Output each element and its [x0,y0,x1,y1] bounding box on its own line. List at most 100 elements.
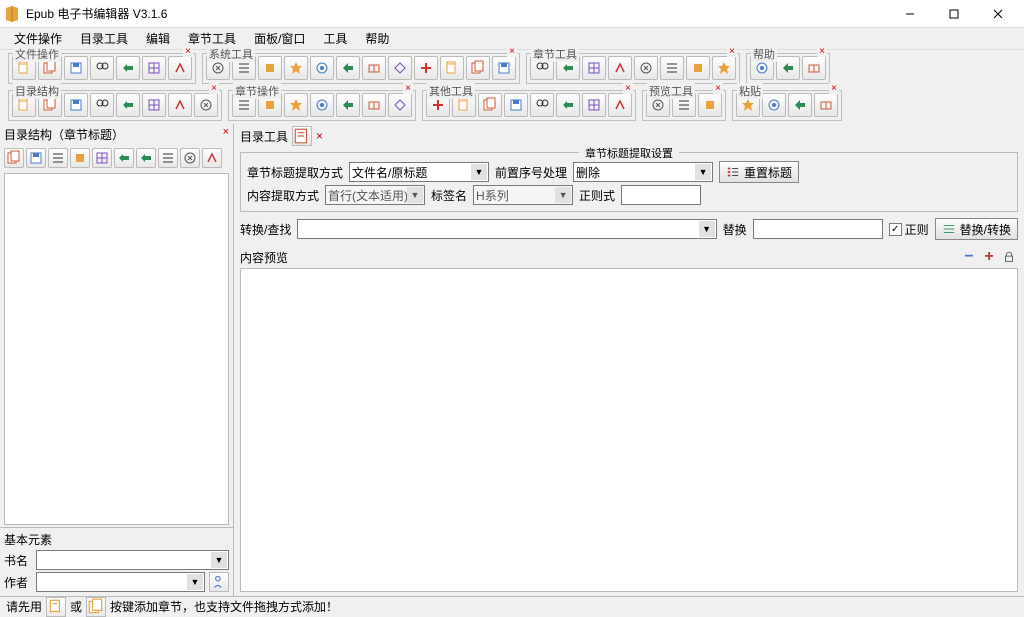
replace-convert-button[interactable]: 替换/转换 [935,218,1018,240]
toolbar-button[interactable] [698,93,722,117]
toolbar-button[interactable] [362,56,386,80]
toolbar-button[interactable] [686,56,710,80]
author-search-button[interactable] [209,572,229,592]
toolbar-button[interactable] [388,93,412,117]
toolbar-group-close-icon[interactable]: × [727,46,737,57]
tree-tool-button[interactable] [26,148,46,168]
status-add-chapter-icon-2[interactable] [86,597,106,617]
toolbar-button[interactable] [90,56,114,80]
menu-edit[interactable]: 编辑 [138,28,178,49]
close-button[interactable] [976,0,1020,28]
menu-panel[interactable]: 面板/窗口 [246,28,313,49]
toolbar-button[interactable] [608,56,632,80]
toolbar-button[interactable] [142,56,166,80]
tree-tool-button[interactable] [92,148,112,168]
toolbar-button[interactable] [116,93,140,117]
content-method-select[interactable]: 首行(文本适用) ▼ [325,185,425,205]
menu-help[interactable]: 帮助 [357,28,397,49]
regex-input[interactable] [621,185,701,205]
preview-plus-button[interactable]: + [980,248,998,266]
tree-tool-button[interactable] [180,148,200,168]
toolbar-button[interactable] [504,93,528,117]
toolbar-group-close-icon[interactable]: × [209,83,219,94]
extract-method-select[interactable]: 文件名/原标题 ▼ [349,162,489,182]
toolbar-button[interactable] [440,56,464,80]
toolbar-button[interactable] [776,56,800,80]
toolbar-group-close-icon[interactable]: × [183,46,193,57]
toolbar-button[interactable] [530,93,554,117]
catalog-tools-icon-button[interactable] [292,126,312,146]
toolbar-button[interactable] [310,56,334,80]
toolbar-button[interactable] [116,56,140,80]
menu-tools[interactable]: 工具 [315,28,355,49]
preview-minus-button[interactable]: − [960,248,978,266]
toolbar-group-close-icon[interactable]: × [829,83,839,94]
toolbar-button[interactable] [414,56,438,80]
search-combo[interactable]: ▼ [297,219,716,239]
author-combo[interactable]: ▼ [36,572,205,592]
statusbar: 请先用 或 按键添加章节，也支持文件拖拽方式添加！ [0,596,1024,616]
toolbar-button[interactable] [478,93,502,117]
catalog-tools-close-icon[interactable]: × [316,129,323,143]
tree-tool-button[interactable] [70,148,90,168]
toolbar-button[interactable] [142,93,166,117]
tree-panel-close-icon[interactable]: × [223,126,229,138]
toolbar-button[interactable] [168,56,192,80]
toolbar-button[interactable] [194,93,218,117]
toolbar-group-close-icon[interactable]: × [403,83,413,94]
reset-title-button[interactable]: 重置标题 [719,161,799,183]
content-preview[interactable] [240,268,1018,592]
preview-lock-button[interactable] [1000,248,1018,266]
tree-tool-button[interactable] [158,148,178,168]
book-name-combo[interactable]: ▼ [36,550,229,570]
minimize-button[interactable] [888,0,932,28]
prefix-select[interactable]: 删除 ▼ [573,162,713,182]
toolbar-button[interactable] [814,93,838,117]
tree-tool-button[interactable] [114,148,134,168]
toolbar-button[interactable] [466,56,490,80]
toolbar-button[interactable] [168,93,192,117]
toolbar-group-close-icon[interactable]: × [623,83,633,94]
toolbar-button[interactable] [336,93,360,117]
chapter-tree[interactable] [4,173,229,525]
tree-tool-button[interactable] [136,148,156,168]
toolbar-button[interactable] [762,93,786,117]
toolbar-button[interactable] [64,56,88,80]
toolbar-button[interactable] [582,56,606,80]
toolbar-button[interactable] [64,93,88,117]
replace-input[interactable] [753,219,883,239]
toolbar-button[interactable] [90,93,114,117]
toolbar-button[interactable] [388,56,412,80]
toolbar-button[interactable] [660,56,684,80]
regex-checkbox[interactable]: 正则 [889,221,929,238]
tree-tool-button[interactable] [48,148,68,168]
toolbar-button[interactable] [492,56,516,80]
tree-tool-button[interactable] [4,148,24,168]
toolbar-button[interactable] [802,56,826,80]
toolbar-button[interactable] [582,93,606,117]
toolbar-button[interactable] [284,56,308,80]
toolbar-button[interactable] [310,93,334,117]
toolbar-group: 文件操作× [8,53,196,84]
toolbar-button[interactable] [788,93,812,117]
menu-catalog[interactable]: 目录工具 [72,28,136,49]
toolbar-group-close-icon[interactable]: × [507,46,517,57]
toolbar-group-close-icon[interactable]: × [817,46,827,57]
toolbar-group: 粘贴× [732,90,842,121]
toolbar-button[interactable] [634,56,658,80]
status-add-chapter-icon-1[interactable] [46,597,66,617]
toolbar-button[interactable] [336,56,360,80]
toolbar-button[interactable] [258,56,282,80]
toolbar-button[interactable] [284,93,308,117]
reset-title-label: 重置标题 [744,164,792,181]
tag-select[interactable]: H系列 ▼ [473,185,573,205]
toolbar-button[interactable] [556,93,580,117]
toolbar-group-close-icon[interactable]: × [713,83,723,94]
chevron-down-icon: ▼ [699,221,715,237]
toolbar-button[interactable] [608,93,632,117]
toolbar-button[interactable] [712,56,736,80]
tree-tool-button[interactable] [202,148,222,168]
toolbar-group: 章节工具× [526,53,740,84]
maximize-button[interactable] [932,0,976,28]
toolbar-button[interactable] [362,93,386,117]
